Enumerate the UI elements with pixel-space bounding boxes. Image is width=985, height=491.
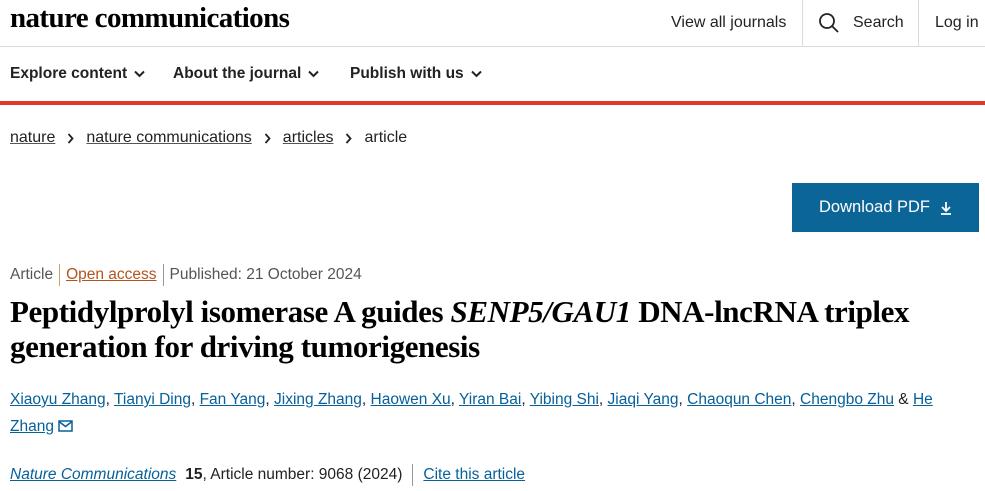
title-text: Peptidylprolyl isomerase A guides xyxy=(10,294,451,329)
chevron-down-icon xyxy=(134,70,145,78)
author-separator: , xyxy=(791,391,801,408)
search-icon xyxy=(819,13,839,33)
author-link[interactable]: Chengbo Zhu xyxy=(800,391,894,408)
download-pdf-button[interactable]: Download PDF xyxy=(792,183,979,232)
nav-accent-rule xyxy=(0,101,985,105)
chevron-right-icon xyxy=(345,132,353,144)
author-separator: , xyxy=(521,391,530,408)
search-button[interactable]: Search xyxy=(818,0,904,46)
author-link[interactable]: Xiaoyu Zhang xyxy=(10,391,106,408)
site-logo[interactable]: nature communications xyxy=(10,1,290,35)
header-divider xyxy=(918,0,919,46)
author-link[interactable]: Yiran Bai xyxy=(459,391,521,408)
breadcrumb-current: article xyxy=(364,129,408,146)
cite-this-article-link[interactable]: Cite this article xyxy=(423,466,525,484)
author-separator: , xyxy=(361,391,371,408)
author-link[interactable]: Tianyi Ding xyxy=(114,391,191,408)
author-separator: , xyxy=(598,391,608,408)
chevron-right-icon xyxy=(264,132,271,144)
author-list: Xiaoyu Zhang, Tianyi Ding, Fan Yang, Jix… xyxy=(10,386,970,441)
article-type: Article xyxy=(10,266,54,283)
breadcrumb-articles[interactable]: articles xyxy=(283,129,334,147)
nav-about-journal[interactable]: About the journal xyxy=(173,47,320,101)
citation-divider xyxy=(412,464,414,486)
login-link[interactable]: Log in xyxy=(935,0,979,46)
nav-explore-content[interactable]: Explore content xyxy=(10,47,145,101)
journal-link[interactable]: Nature Communications xyxy=(10,466,176,484)
author-separator: , xyxy=(190,391,200,408)
search-label: Search xyxy=(853,14,904,31)
meta-divider xyxy=(162,264,164,286)
author-link[interactable]: Jiaqi Yang xyxy=(608,391,679,408)
main-nav: Explore content About the journal Publis… xyxy=(0,47,985,101)
chevron-down-icon xyxy=(470,70,482,78)
author-link[interactable]: Haowen Xu xyxy=(371,391,451,408)
download-label: Download PDF xyxy=(819,198,930,216)
author-separator: , xyxy=(265,391,275,408)
nav-label: Publish with us xyxy=(350,65,464,82)
article-number: , Article number: 9068 (2024) xyxy=(202,466,403,483)
author-link[interactable]: Jixing Zhang xyxy=(274,391,362,408)
author-separator: , xyxy=(450,391,460,408)
site-header: nature communications View all journals … xyxy=(0,0,985,47)
author-conjunction: & xyxy=(893,391,913,408)
email-icon[interactable] xyxy=(58,414,73,441)
author-link[interactable]: Chaoqun Chen xyxy=(687,391,791,408)
open-access-link[interactable]: Open access xyxy=(66,266,156,284)
nav-label: About the journal xyxy=(173,65,302,82)
article-meta: Article Open access Published: 21 Octobe… xyxy=(10,263,362,287)
breadcrumb-nature[interactable]: nature xyxy=(10,129,55,147)
volume-number: 15 xyxy=(185,466,203,483)
header-divider xyxy=(802,0,803,46)
author-link[interactable]: Fan Yang xyxy=(200,391,266,408)
author-separator: , xyxy=(105,391,114,408)
breadcrumb: nature nature communications articles ar… xyxy=(10,127,407,149)
article-title: Peptidylprolyl isomerase A guides SENP5/… xyxy=(10,294,970,364)
download-icon xyxy=(940,201,951,215)
citation-line: Nature Communications 15 , Article numbe… xyxy=(10,463,525,487)
chevron-down-icon xyxy=(308,70,320,78)
published-date: Published: 21 October 2024 xyxy=(169,266,362,283)
chevron-right-icon xyxy=(67,132,75,144)
nav-label: Explore content xyxy=(10,65,128,82)
nav-publish-with-us[interactable]: Publish with us xyxy=(350,47,482,101)
view-all-journals-link[interactable]: View all journals xyxy=(671,0,786,46)
author-separator: , xyxy=(678,391,688,408)
author-link[interactable]: Yibing Shi xyxy=(530,391,599,408)
breadcrumb-nature-communications[interactable]: nature communications xyxy=(86,129,251,147)
meta-divider xyxy=(59,264,61,286)
title-gene-name: SENP5/GAU1 xyxy=(450,294,632,329)
